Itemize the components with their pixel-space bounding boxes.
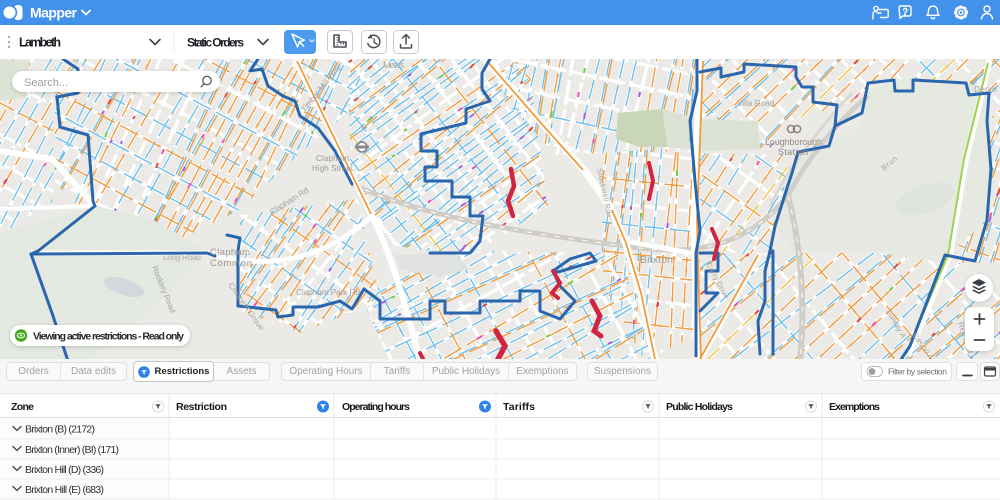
svg-text:Brixton Hill (D) (336): Brixton Hill (D) (336) xyxy=(25,464,104,476)
svg-text:Exemptions: Exemptions xyxy=(829,401,880,413)
svg-text:High Street: High Street xyxy=(312,164,354,173)
svg-text:Brixton (Inner) (BI) (171): Brixton (Inner) (BI) (171) xyxy=(25,444,119,456)
svg-text:Loughborough: Loughborough xyxy=(765,137,822,147)
svg-text:Public Holidays: Public Holidays xyxy=(666,401,733,413)
svg-text:Zone: Zone xyxy=(11,401,34,413)
svg-text:Clapham: Clapham xyxy=(316,154,349,163)
svg-text:Villa Road: Villa Road xyxy=(737,99,774,108)
svg-text:Lambeth: Lambeth xyxy=(19,36,61,50)
svg-text:Mapper: Mapper xyxy=(30,5,78,21)
svg-text:Restriction: Restriction xyxy=(176,401,227,413)
svg-text:Brixton (B) (2172): Brixton (B) (2172) xyxy=(25,424,95,436)
svg-text:Station: Station xyxy=(778,147,808,157)
svg-text:Brixton Hill (E) (683): Brixton Hill (E) (683) xyxy=(25,484,104,496)
svg-text:Clapham: Clapham xyxy=(210,247,250,258)
svg-text:Common: Common xyxy=(210,258,252,269)
svg-text:Long Road: Long Road xyxy=(163,252,201,262)
svg-text:Static Orders: Static Orders xyxy=(187,36,244,50)
svg-text:Viewing active restrictions -: Viewing active restrictions - Read only xyxy=(33,331,184,343)
svg-text:Clapham Park Rd: Clapham Park Rd xyxy=(296,287,360,297)
svg-text:Operating hours: Operating hours xyxy=(342,401,410,413)
svg-text:Filter by selection: Filter by selection xyxy=(888,367,947,377)
svg-text:Search...: Search... xyxy=(24,77,68,89)
svg-text:Brixton: Brixton xyxy=(640,254,673,266)
svg-text:Tariffs: Tariffs xyxy=(503,401,535,413)
svg-text:Denm: Denm xyxy=(974,84,997,94)
svg-text:Mews: Mews xyxy=(383,60,405,70)
